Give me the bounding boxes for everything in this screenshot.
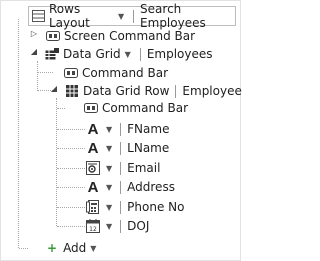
text-field-icon: A — [87, 139, 99, 157]
chevron-down-icon[interactable]: ▼ — [106, 144, 112, 153]
tree-item-field-address[interactable]: A ▼ Address — [86, 178, 175, 196]
tree-line — [57, 129, 85, 130]
tree-line — [57, 226, 85, 227]
tree-line — [37, 61, 38, 91]
collapse-arrow-icon[interactable]: ◢ — [49, 84, 59, 93]
field-label: Phone No — [127, 200, 185, 214]
command-bar-icon — [84, 103, 98, 113]
divider — [139, 47, 141, 61]
data-grid-row-icon — [66, 85, 78, 97]
tree-line — [57, 168, 85, 169]
tree-item-command-bar[interactable]: Command Bar — [64, 64, 168, 82]
tree-item-label: Command Bar — [102, 101, 189, 115]
expand-arrow-icon[interactable]: ▷ — [29, 29, 39, 38]
tree-line — [57, 148, 85, 149]
content-tree: Rows Layout ▼ Search Employees ▷ Screen … — [0, 0, 242, 261]
chevron-down-icon[interactable]: ▼ — [106, 125, 112, 134]
date-field-icon: 12 — [86, 219, 100, 233]
chevron-down-icon[interactable]: ▼ — [106, 164, 112, 173]
search-employees-label[interactable]: Search Employees — [140, 2, 235, 30]
divider — [120, 122, 122, 136]
add-item-button[interactable]: + Add ▼ — [47, 239, 101, 257]
entity-label[interactable]: Employees — [147, 47, 213, 61]
tree-item-label: Data Grid Row — [83, 84, 170, 98]
rows-layout-icon — [32, 10, 45, 22]
email-field-icon — [86, 161, 100, 175]
chevron-down-icon[interactable]: ▼ — [90, 244, 96, 253]
divider — [120, 180, 122, 194]
add-label: Add — [63, 241, 87, 255]
tree-line — [57, 207, 85, 208]
tree-item-field-doj[interactable]: 12 ▼ DOJ — [86, 217, 149, 235]
chevron-down-icon[interactable]: ▼ — [106, 203, 112, 212]
tree-line — [57, 108, 65, 109]
tree-item-field-email[interactable]: ▼ Email — [86, 159, 160, 177]
field-label: Address — [127, 180, 175, 194]
svg-text:12: 12 — [89, 226, 97, 233]
chevron-down-icon[interactable]: ▼ — [118, 12, 124, 21]
divider — [120, 200, 122, 214]
tree-item-label: Screen Command Bar — [64, 29, 196, 43]
divider — [175, 84, 177, 98]
tree-line — [18, 19, 19, 248]
divider — [120, 161, 122, 175]
chevron-down-icon[interactable]: ▼ — [125, 50, 131, 59]
phone-field-icon — [86, 200, 100, 214]
command-bar-icon — [64, 68, 78, 78]
layout-selector[interactable]: Rows Layout ▼ Search Employees — [28, 2, 236, 30]
divider — [120, 219, 122, 233]
chevron-down-icon[interactable]: ▼ — [106, 183, 112, 192]
divider — [120, 141, 122, 155]
entity-label[interactable]: Employee — [182, 84, 241, 98]
tree-item-command-bar[interactable]: Command Bar — [84, 99, 188, 117]
tree-item-field-fname[interactable]: A ▼ FName — [86, 120, 170, 138]
tree-item-field-lname[interactable]: A ▼ LName — [86, 139, 170, 157]
tree-item-field-phone-no[interactable]: ▼ Phone No — [86, 198, 184, 216]
tree-line — [57, 187, 85, 188]
layout-label: Rows Layout — [49, 2, 90, 30]
plus-icon: + — [47, 241, 58, 255]
field-label: LName — [127, 141, 170, 155]
command-bar-icon — [46, 31, 60, 41]
field-label: FName — [127, 122, 170, 136]
collapse-arrow-icon[interactable]: ◢ — [29, 47, 39, 56]
field-label: Email — [127, 161, 161, 175]
tree-item-data-grid[interactable]: Data Grid ▼ Employees — [45, 45, 213, 63]
tree-item-label: Command Bar — [82, 66, 169, 80]
text-field-icon: A — [87, 178, 99, 196]
tree-line — [38, 72, 53, 73]
data-grid-icon — [45, 48, 59, 60]
tree-line — [19, 248, 28, 249]
tree-item-label: Data Grid — [63, 47, 121, 61]
chevron-down-icon[interactable]: ▼ — [106, 222, 112, 231]
tree-item-data-grid-row[interactable]: Data Grid Row Employee — [66, 82, 242, 100]
text-field-icon: A — [87, 120, 99, 138]
field-label: DOJ — [127, 219, 150, 233]
divider — [133, 9, 135, 23]
tree-item-screen-command-bar[interactable]: Screen Command Bar — [46, 27, 195, 45]
